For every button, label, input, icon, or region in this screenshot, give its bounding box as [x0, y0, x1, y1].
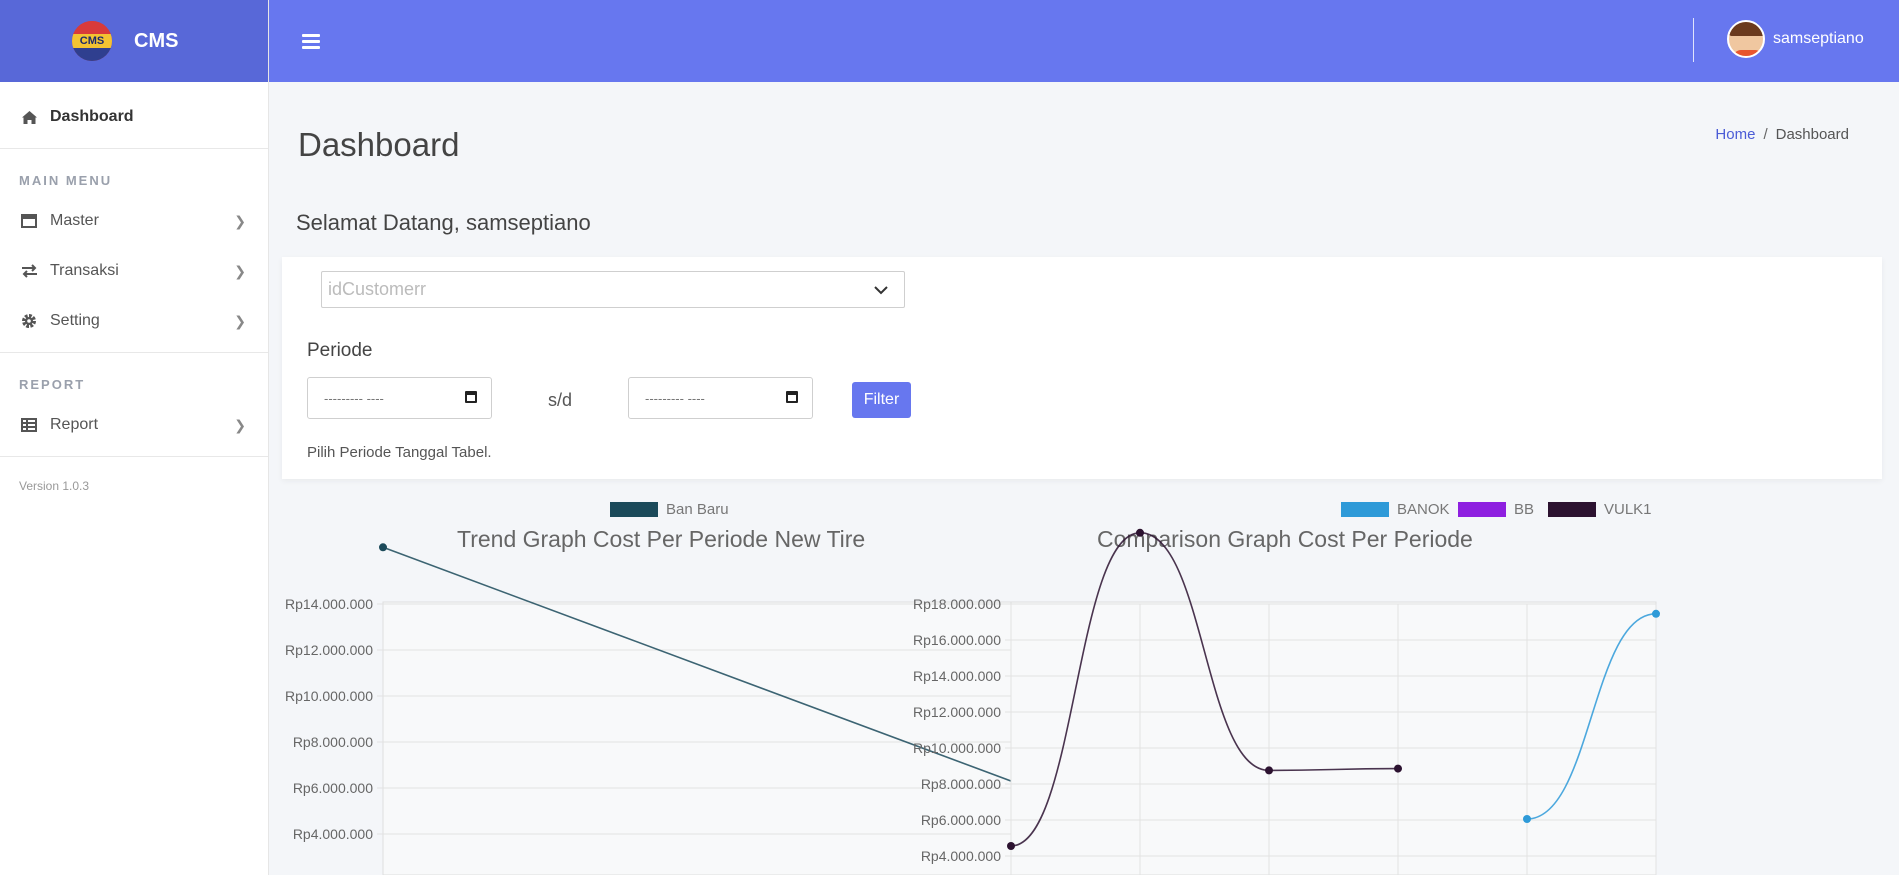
y-tick-label: Rp14.000.000	[913, 668, 1001, 684]
sidebar: CMS CMS Dashboard MAIN MENU Master ❯ Tra…	[0, 0, 269, 875]
y-tick-label: Rp6.000.000	[293, 780, 373, 796]
data-point	[1136, 528, 1144, 537]
data-point	[1652, 609, 1660, 618]
brand-logo-text: CMS	[79, 35, 105, 47]
brand-logo: CMS	[72, 21, 112, 61]
legend-label: BANOK	[1397, 501, 1450, 518]
y-tick-label: Rp8.000.000	[293, 734, 373, 750]
chevron-right-icon: ❯	[234, 212, 246, 229]
data-point	[1265, 766, 1273, 775]
legend-swatch	[1341, 502, 1389, 517]
legend-label: Ban Baru	[666, 501, 729, 518]
main-menu-heading: MAIN MENU	[19, 173, 113, 188]
sidebar-item-label: Transaksi	[50, 262, 119, 279]
window-icon	[20, 212, 38, 230]
version-label: Version 1.0.3	[19, 479, 90, 493]
y-tick-label: Rp14.000.000	[285, 596, 373, 612]
y-tick-label: Rp4.000.000	[293, 826, 373, 842]
report-heading: REPORT	[19, 377, 86, 392]
table-icon	[20, 416, 38, 434]
legend-label: BB	[1514, 501, 1534, 518]
sidebar-item-label: Dashboard	[50, 108, 134, 125]
sidebar-item-setting[interactable]: Setting ❯	[0, 296, 268, 346]
data-point	[1007, 842, 1015, 850]
gear-icon	[20, 312, 38, 330]
sidebar-item-master[interactable]: Master ❯	[0, 196, 268, 246]
topbar: samseptiano	[269, 0, 1899, 82]
chart-2-plot-area	[1010, 601, 1657, 875]
chevron-right-icon: ❯	[234, 312, 246, 329]
data-point	[1523, 815, 1531, 823]
legend-swatch	[1458, 502, 1506, 517]
y-tick-label: Rp10.000.000	[913, 740, 1001, 756]
y-tick-label: Rp18.000.000	[913, 596, 1001, 612]
y-tick-label: Rp8.000.000	[921, 776, 1001, 792]
y-tick-label: Rp16.000.000	[913, 632, 1001, 648]
y-tick-label: Rp4.000.000	[921, 848, 1001, 864]
legend-swatch	[1548, 502, 1596, 517]
username: samseptiano	[1773, 30, 1864, 47]
sidebar-item-report[interactable]: Report ❯	[0, 400, 268, 450]
charts-canvas: Rp14.000.000 Rp12.000.000 Rp10.000.000 Rp8.…	[285, 501, 1660, 875]
legend-label: VULK1	[1604, 501, 1652, 518]
y-tick-label: Rp10.000.000	[285, 688, 373, 704]
y-tick-label: Rp6.000.000	[921, 812, 1001, 828]
y-tick-label: Rp12.000.000	[285, 642, 373, 658]
chevron-right-icon: ❯	[234, 262, 246, 279]
home-icon	[20, 108, 38, 126]
sidebar-item-label: Setting	[50, 312, 100, 329]
main-content: Dashboard Home / Dashboard Selamat Datan…	[269, 82, 1899, 875]
brand[interactable]: CMS CMS	[0, 0, 268, 82]
avatar	[1727, 20, 1765, 58]
chevron-right-icon: ❯	[234, 416, 246, 433]
menu-toggle-icon[interactable]	[302, 31, 320, 52]
exchange-icon	[20, 262, 38, 280]
data-point	[1394, 764, 1402, 773]
sidebar-item-label: Master	[50, 212, 99, 229]
user-menu[interactable]: samseptiano	[1727, 20, 1864, 58]
data-point	[379, 543, 387, 552]
y-tick-label: Rp12.000.000	[913, 704, 1001, 720]
topbar-divider	[1693, 18, 1694, 62]
legend-swatch	[610, 502, 658, 517]
brand-name: CMS	[134, 29, 179, 52]
sidebar-item-dashboard[interactable]: Dashboard	[0, 92, 268, 142]
sidebar-item-label: Report	[50, 416, 99, 433]
sidebar-item-transaksi[interactable]: Transaksi ❯	[0, 246, 268, 296]
